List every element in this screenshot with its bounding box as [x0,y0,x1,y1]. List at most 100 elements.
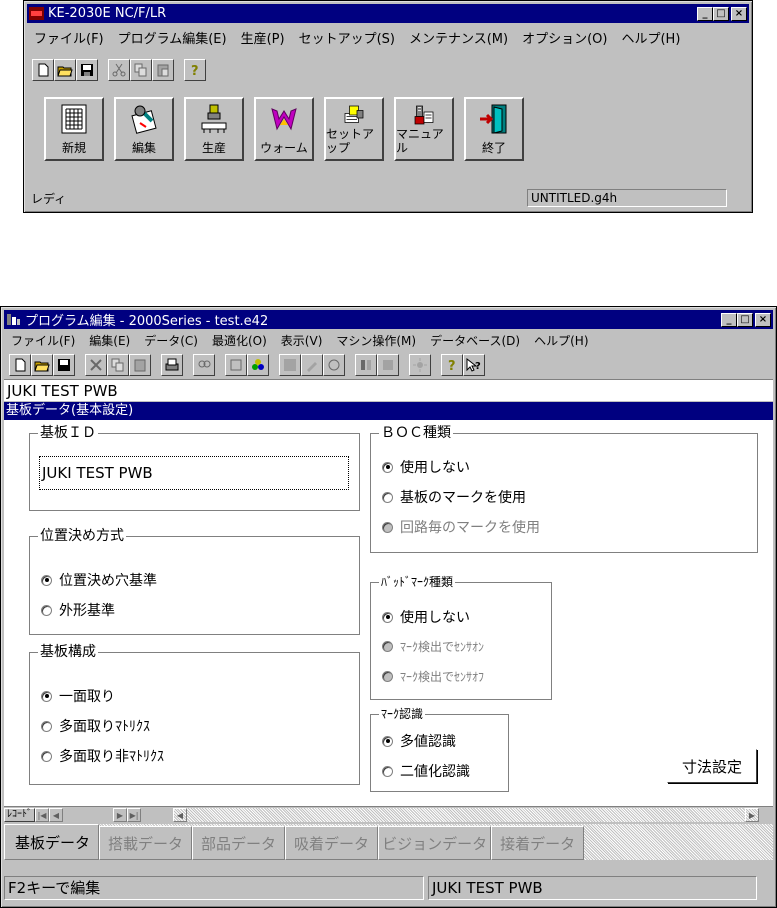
status-hint: F2キーで編集 [4,876,424,900]
board-id-field[interactable]: JUKI TEST PWB [39,456,349,490]
tab-label: 基板データ [15,833,91,852]
prev-record-icon[interactable]: ◀ [49,808,63,822]
scroll-right-icon[interactable]: ▶ [745,808,759,822]
nozzle-icon[interactable] [323,354,345,376]
menu2-view[interactable]: 表示(V) [274,332,330,349]
help-icon[interactable]: ? [441,354,463,376]
open-icon[interactable] [54,59,76,81]
menu2-optimize[interactable]: 最適化(O) [205,332,274,349]
print-icon[interactable] [161,354,183,376]
align-right-icon[interactable] [377,354,399,376]
dimension-settings-button[interactable]: 寸法設定 [667,749,757,783]
light-icon[interactable] [409,354,431,376]
tab-pickup-data[interactable]: 吸着データ [285,826,379,860]
context-help-icon[interactable]: ? [463,354,485,376]
menu2-data[interactable]: データ(C) [137,332,205,349]
title-bar-2[interactable]: プログラム編集 - 2000Series - test.e42 _ □ × [4,310,773,329]
tab-adhesive-data[interactable]: 接着データ [491,826,585,860]
delete-icon[interactable] [85,354,107,376]
board-id-label: 基板ＩＤ [38,424,98,442]
tab-placement-data[interactable]: 搭載データ [99,826,193,860]
find-icon[interactable] [193,354,215,376]
horizontal-scrollbar[interactable]: ◀ ▶ [173,808,759,822]
menu2-edit[interactable]: 編集(E) [82,332,137,349]
svg-text:?: ? [448,359,456,372]
board-icon[interactable] [279,354,301,376]
option-label: 位置決め穴基準 [59,573,157,589]
radio-hole-reference[interactable]: 位置決め穴基準 [41,570,157,590]
menu-production[interactable]: 生産(P) [234,28,292,47]
menu-file[interactable]: ファイル(F) [27,28,111,47]
minimize-button-2[interactable]: _ [721,312,737,327]
tab-label: 部品データ [201,834,277,853]
first-record-icon[interactable]: |◀ [35,808,49,822]
new-icon[interactable] [9,354,31,376]
radio-boc-board-mark[interactable]: 基板のマークを使用 [382,487,526,507]
menu2-help[interactable]: ヘルプ(H) [527,332,595,349]
menu-option[interactable]: オプション(O) [515,28,614,47]
tab-vision-data[interactable]: ビジョンデータ [378,826,492,860]
minimize-button[interactable]: _ [697,6,713,21]
tab-component-data[interactable]: 部品データ [192,826,286,860]
menu-program-edit[interactable]: プログラム編集(E) [111,28,234,47]
bad-mark-label: ﾊﾞｯﾄﾞﾏｰｸ種類 [379,573,456,591]
menu2-file[interactable]: ファイル(F) [4,332,82,349]
component-icon[interactable] [247,354,269,376]
menu2-database[interactable]: データベース(D) [423,332,527,349]
close-button-2[interactable]: × [755,312,771,327]
menu-setup[interactable]: セットアップ(S) [292,28,402,47]
paste-icon[interactable] [152,59,174,81]
cut-icon[interactable] [108,59,130,81]
setup-button[interactable]: セットアップ [324,97,384,161]
radio-single-board[interactable]: 一面取り [41,686,115,706]
tool-icon[interactable] [301,354,323,376]
tab-label: ビジョンデータ [382,834,488,853]
new-button[interactable]: 新規 [44,97,104,161]
manual-button[interactable]: マニュアル [394,97,454,161]
panel-title-bar: 基板データ(基本設定) [4,402,773,420]
dimension-settings-label: 寸法設定 [681,757,742,776]
warm-button[interactable]: ウォーム [254,97,314,161]
save-icon[interactable] [76,59,98,81]
radio-outline-reference[interactable]: 外形基準 [41,600,115,620]
program-edit-window: プログラム編集 - 2000Series - test.e42 _ □ × ファ… [0,306,777,908]
title-bar[interactable]: KE-2030E NC/F/LR _ □ × [27,4,749,23]
option-label: 多面取りﾏﾄﾘｸｽ [59,719,150,735]
radio-badmark-sensor-off[interactable]: ﾏｰｸ検出でｾﾝｻｵﾌ [382,668,484,685]
help-icon[interactable]: ? [184,59,206,81]
machine-icon[interactable] [225,354,247,376]
next-record-icon[interactable]: ▶ [113,808,127,822]
copy-icon[interactable] [107,354,129,376]
production-button[interactable]: 生産 [184,97,244,161]
radio-boc-none[interactable]: 使用しない [382,457,470,477]
radio-multi-non-matrix[interactable]: 多面取り非ﾏﾄﾘｸｽ [41,746,164,766]
copy-icon[interactable] [130,59,152,81]
maximize-button-2[interactable]: □ [737,312,753,327]
radio-dot [382,491,393,503]
option-label: 多面取り非ﾏﾄﾘｸｽ [59,749,164,765]
menu2-machine[interactable]: マシン操作(M) [329,332,423,349]
edit-button[interactable]: 編集 [114,97,174,161]
close-button[interactable]: × [731,6,747,21]
option-label: ﾏｰｸ検出でｾﾝｻｵﾝ [400,640,485,654]
maximize-button[interactable]: □ [713,6,729,21]
radio-boc-circuit-mark[interactable]: 回路毎のマークを使用 [382,517,540,537]
new-icon[interactable] [32,59,54,81]
radio-badmark-none[interactable]: 使用しない [382,607,470,627]
last-record-icon[interactable]: ▶| [127,808,141,822]
menu-help[interactable]: ヘルプ(H) [614,28,687,47]
menu-maintenance[interactable]: メンテナンス(M) [402,28,515,47]
radio-binarize[interactable]: 二値化認識 [382,761,470,781]
tab-label: 接着データ [500,834,576,853]
align-left-icon[interactable] [355,354,377,376]
radio-badmark-sensor-on[interactable]: ﾏｰｸ検出でｾﾝｻｵﾝ [382,638,484,655]
save-icon[interactable] [53,354,75,376]
board-name-bar: JUKI TEST PWB [4,379,773,401]
radio-multi-value[interactable]: 多値認識 [382,731,456,751]
exit-button[interactable]: 終了 [464,97,524,161]
open-icon[interactable] [31,354,53,376]
paste-icon[interactable] [129,354,151,376]
scroll-left-icon[interactable]: ◀ [173,808,187,822]
tab-board-data[interactable]: 基板データ [4,824,100,860]
radio-multi-matrix[interactable]: 多面取りﾏﾄﾘｸｽ [41,716,150,736]
